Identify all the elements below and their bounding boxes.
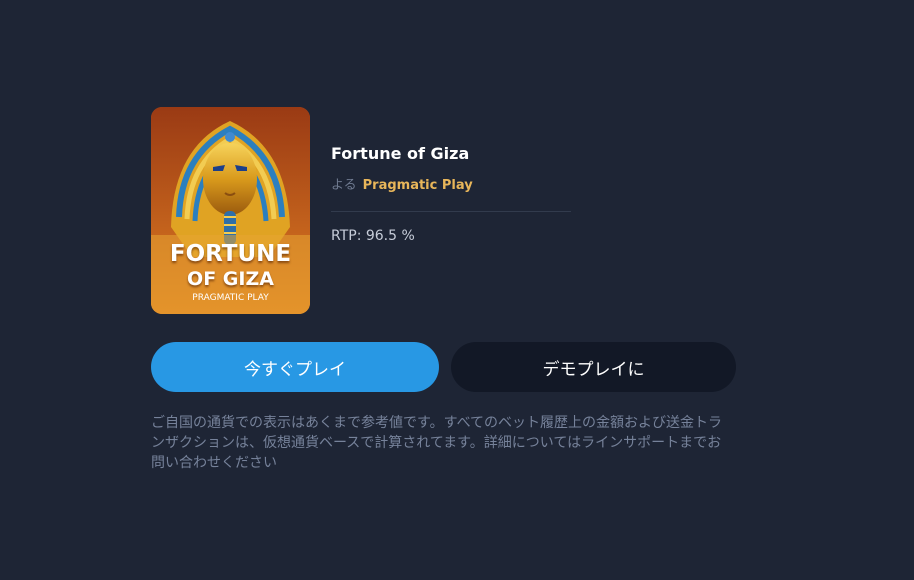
game-panel: FORTUNE OF GIZA PRAGMATIC PLAY Fortune o… — [151, 107, 751, 473]
divider — [331, 211, 571, 212]
thumbnail-title-line2: OF GIZA — [187, 268, 274, 290]
currency-disclaimer: ご自国の通貨での表示はあくまで参考値です。すべてのベット履歴上の金額および送金ト… — [151, 415, 723, 471]
game-info: Fortune of Giza よる Pragmatic Play RTP: 96… — [331, 107, 571, 314]
game-title: Fortune of Giza — [331, 144, 470, 163]
game-thumbnail[interactable]: FORTUNE OF GIZA PRAGMATIC PLAY — [151, 107, 310, 314]
thumbnail-title-line1: FORTUNE — [169, 241, 292, 267]
provider-row: よる Pragmatic Play — [331, 176, 571, 196]
rtp-value: RTP: 96.5 % — [331, 228, 415, 244]
thumbnail-provider: PRAGMATIC PLAY — [192, 293, 269, 303]
game-header: FORTUNE OF GIZA PRAGMATIC PLAY Fortune o… — [151, 107, 751, 314]
demo-play-button[interactable]: デモプレイに — [451, 342, 736, 392]
action-buttons: 今すぐプレイ デモプレイに — [151, 342, 751, 392]
play-now-button[interactable]: 今すぐプレイ — [151, 342, 439, 392]
provider-link[interactable]: Pragmatic Play — [363, 178, 473, 193]
by-label: よる — [331, 178, 357, 193]
